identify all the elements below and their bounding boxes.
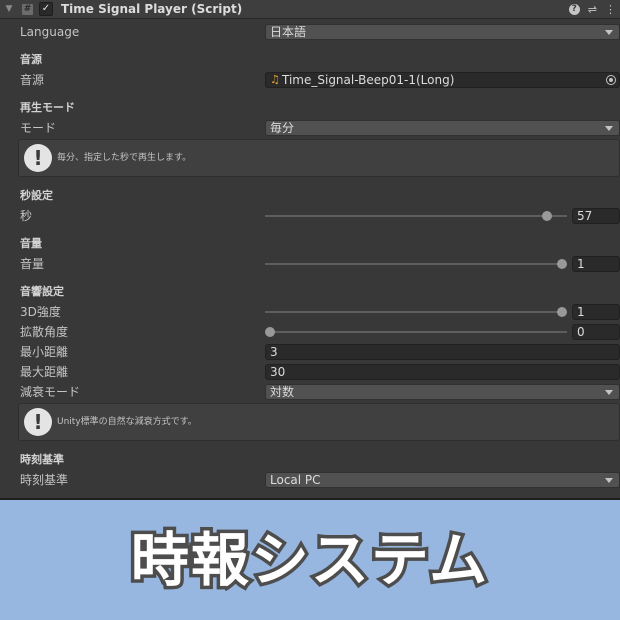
- language-row: Language 日本語: [0, 23, 620, 41]
- spatial-blend-label: 3D強度: [20, 305, 61, 319]
- help-box-mode: ! 毎分、指定した秒で再生します。: [18, 139, 620, 177]
- time-reference-row: 時刻基準 Local PC: [0, 471, 620, 489]
- help-text-mode: 毎分、指定した秒で再生します。: [57, 153, 192, 163]
- section-volume: 音量: [20, 237, 42, 250]
- spatial-blend-value: 1: [577, 305, 585, 319]
- seconds-slider-handle[interactable]: [542, 211, 553, 221]
- chevron-down-icon: [605, 30, 613, 35]
- rolloff-label: 減衰モード: [20, 385, 81, 399]
- min-distance-label: 最小距離: [20, 345, 69, 359]
- mode-dropdown[interactable]: 毎分: [265, 120, 620, 136]
- mode-label: モード: [20, 121, 57, 135]
- volume-slider-handle[interactable]: [557, 259, 567, 269]
- exclamation-icon: !: [24, 408, 52, 436]
- section-time-reference: 時刻基準: [20, 453, 64, 466]
- min-distance-value: 3: [270, 345, 278, 359]
- seconds-value: 57: [577, 209, 593, 223]
- enabled-checkbox[interactable]: ✓: [39, 2, 53, 16]
- time-reference-value: Local PC: [270, 473, 321, 487]
- seconds-label: 秒: [20, 209, 33, 223]
- audio-clip-icon: ♫: [270, 73, 280, 86]
- chevron-down-icon: [605, 126, 613, 131]
- help-text-rolloff: Unity標準の自然な減衰方式です。: [57, 417, 197, 427]
- spread-slider-handle[interactable]: [265, 327, 275, 337]
- spread-input[interactable]: 0: [572, 324, 620, 340]
- min-distance-input[interactable]: 3: [265, 344, 620, 360]
- mode-row: モード 毎分: [0, 119, 620, 137]
- header-icons: ? ⇌ ⋮: [568, 0, 616, 18]
- volume-slider-track[interactable]: [265, 263, 567, 265]
- root: ▼ # ✓ Time Signal Player (Script) ? ⇌ ⋮ …: [0, 0, 620, 620]
- max-distance-input[interactable]: 30: [265, 364, 620, 380]
- audio-source-label: 音源: [20, 73, 45, 87]
- chevron-down-icon: [605, 390, 613, 395]
- spread-value: 0: [577, 325, 585, 339]
- mode-value: 毎分: [270, 121, 295, 135]
- component-title: Time Signal Player (Script): [61, 2, 243, 16]
- max-distance-row: 最大距離 30: [0, 363, 620, 381]
- time-reference-dropdown[interactable]: Local PC: [265, 472, 620, 488]
- language-dropdown[interactable]: 日本語: [265, 24, 620, 40]
- spread-slider-track[interactable]: [265, 331, 567, 333]
- component-header[interactable]: ▼ # ✓ Time Signal Player (Script) ? ⇌ ⋮: [0, 0, 620, 19]
- script-icon: #: [22, 3, 33, 15]
- volume-value: 1: [577, 257, 585, 271]
- spatial-blend-input[interactable]: 1: [572, 304, 620, 320]
- seconds-input[interactable]: 57: [572, 208, 620, 224]
- volume-row: 音量 1: [0, 255, 620, 273]
- inspector-panel: ▼ # ✓ Time Signal Player (Script) ? ⇌ ⋮ …: [0, 0, 620, 500]
- seconds-slider-track[interactable]: [265, 215, 567, 217]
- audio-source-row: 音源 ♫ Time_Signal-Beep01-1(Long): [0, 71, 620, 89]
- exclamation-icon: !: [24, 144, 52, 172]
- language-value: 日本語: [270, 25, 307, 39]
- preset-icon[interactable]: ⇌: [588, 3, 597, 16]
- rolloff-value: 対数: [270, 385, 295, 399]
- max-distance-label: 最大距離: [20, 365, 69, 379]
- volume-input[interactable]: 1: [572, 256, 620, 272]
- max-distance-value: 30: [270, 365, 286, 379]
- seconds-row: 秒 57: [0, 207, 620, 225]
- section-seconds: 秒設定: [20, 189, 53, 202]
- spatial-blend-slider-handle[interactable]: [557, 307, 567, 317]
- banner-title: 時報システム: [127, 523, 490, 598]
- section-audio-source: 音源: [20, 53, 42, 66]
- rolloff-dropdown[interactable]: 対数: [265, 384, 620, 400]
- section-play-mode: 再生モード: [20, 101, 75, 114]
- chevron-down-icon: [605, 478, 613, 483]
- audio-clip-field[interactable]: ♫ Time_Signal-Beep01-1(Long): [265, 72, 620, 88]
- rolloff-row: 減衰モード 対数: [0, 383, 620, 401]
- help-box-rolloff: ! Unity標準の自然な減衰方式です。: [18, 403, 620, 441]
- spread-label: 拡散角度: [20, 325, 69, 339]
- spatial-blend-slider-track[interactable]: [265, 311, 567, 313]
- kebab-menu-icon[interactable]: ⋮: [605, 3, 616, 16]
- title-banner: 時報システム: [0, 500, 620, 620]
- fold-arrow-icon[interactable]: ▼: [4, 0, 14, 18]
- section-sound-settings: 音響設定: [20, 285, 64, 298]
- min-distance-row: 最小距離 3: [0, 343, 620, 361]
- spread-row: 拡散角度 0: [0, 323, 620, 341]
- language-label: Language: [20, 25, 80, 39]
- spatial-blend-row: 3D強度 1: [0, 303, 620, 321]
- time-reference-label: 時刻基準: [20, 473, 69, 487]
- volume-label: 音量: [20, 257, 45, 271]
- help-icon[interactable]: ?: [568, 3, 580, 15]
- object-picker-icon[interactable]: [606, 75, 616, 85]
- audio-clip-value: Time_Signal-Beep01-1(Long): [282, 73, 455, 87]
